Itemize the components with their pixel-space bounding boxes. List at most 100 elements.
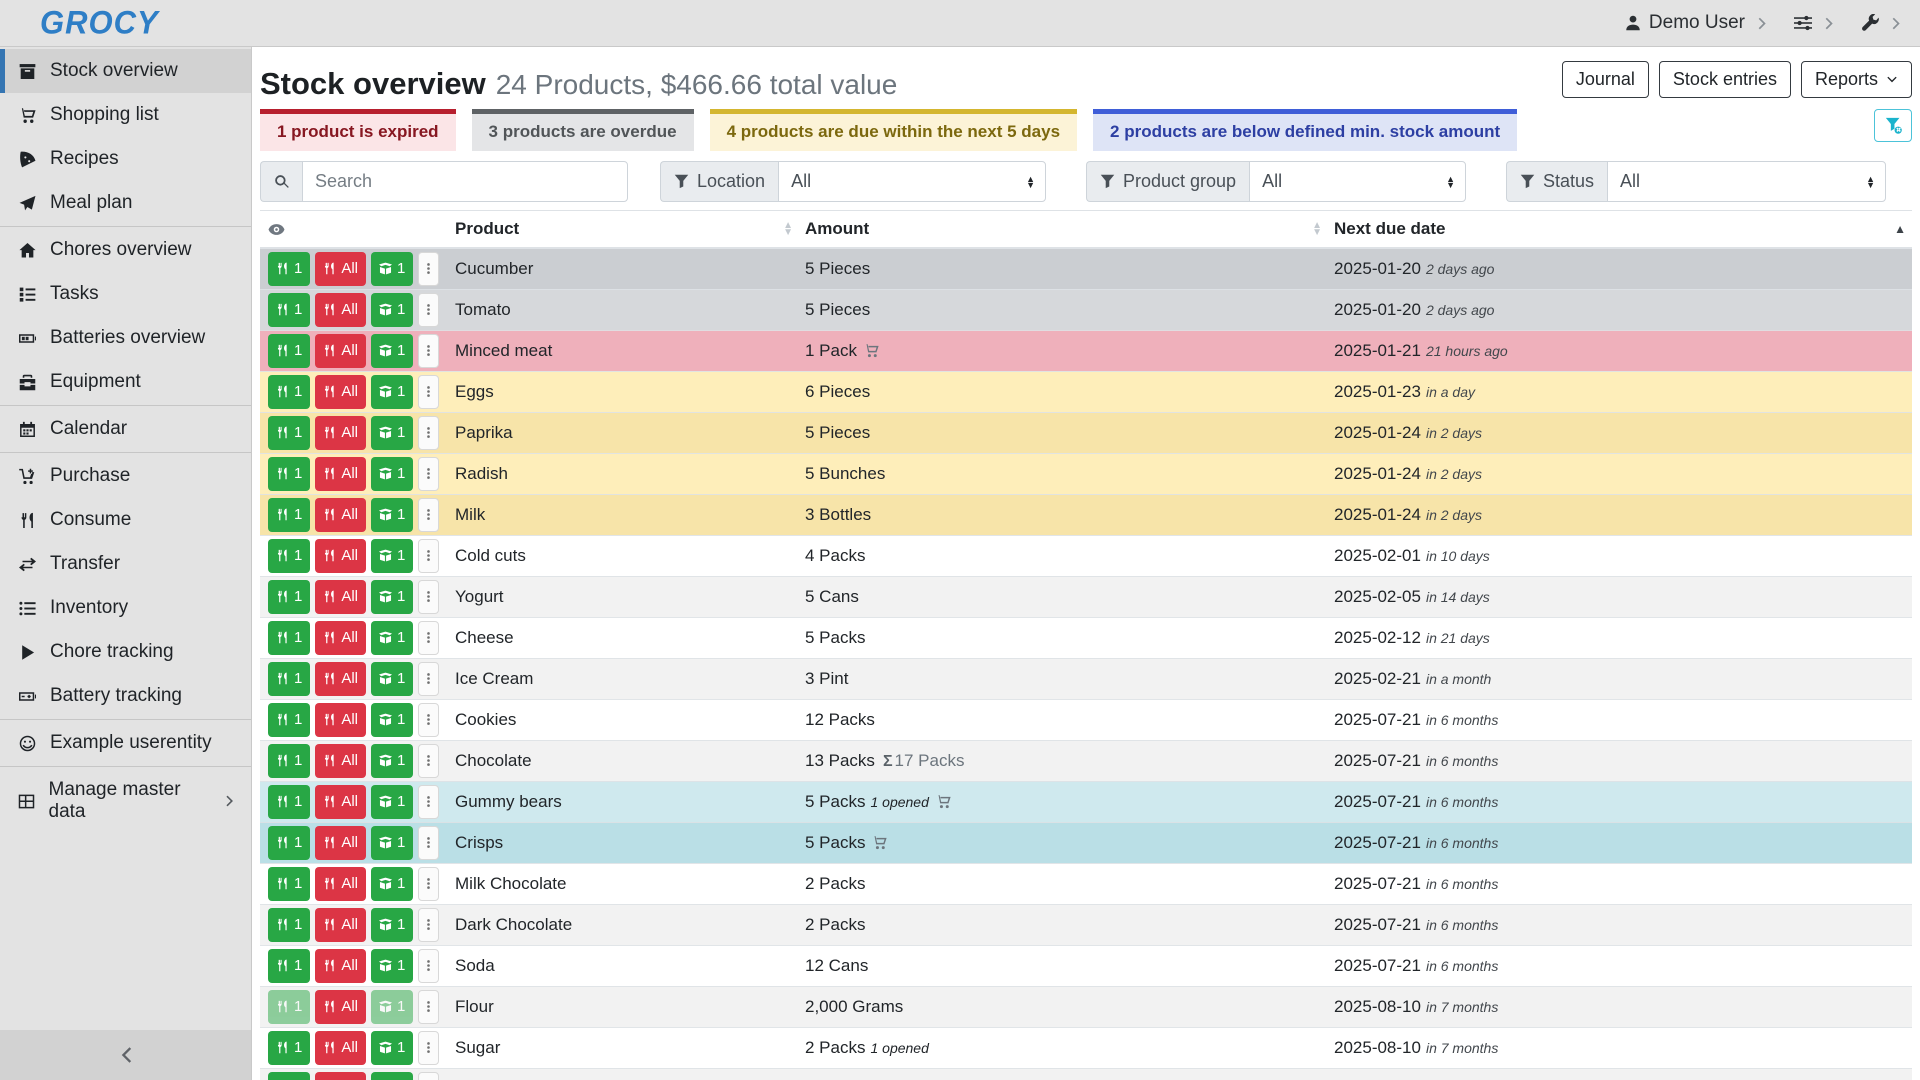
row-menu-button[interactable] [418,252,439,286]
table-row[interactable]: 1All1Cheese5 Packs2025-02-12in 21 days [260,617,1912,658]
table-row[interactable]: 1All1Chocolate13 PacksΣ17 Packs2025-07-2… [260,740,1912,781]
row-menu-button[interactable] [418,1031,439,1065]
table-row[interactable]: 1All1Cold cuts4 Packs2025-02-01in 10 day… [260,535,1912,576]
consume-one-button[interactable]: 1 [268,580,310,614]
consume-one-button[interactable]: 1 [268,990,310,1024]
alert-overdue[interactable]: 3 products are overdue [472,109,694,151]
alert-expired[interactable]: 1 product is expired [260,109,456,151]
consume-one-button[interactable]: 1 [268,252,310,286]
consume-all-button[interactable]: All [315,293,366,327]
consume-all-button[interactable]: All [315,539,366,573]
consume-all-button[interactable]: All [315,621,366,655]
consume-one-button[interactable]: 1 [268,826,310,860]
alert-due[interactable]: 4 products are due within the next 5 day… [710,109,1077,151]
consume-one-button[interactable]: 1 [268,662,310,696]
table-row[interactable]: 1All1Eggs6 Pieces2025-01-23in a day [260,371,1912,412]
sidebar-item-inventory[interactable]: Inventory [0,586,251,630]
user-menu[interactable]: Demo User [1624,12,1745,34]
consume-all-button[interactable]: All [315,334,366,368]
sidebar-item-purchase[interactable]: Purchase [0,454,251,498]
open-one-button[interactable]: 1 [371,580,413,614]
table-row[interactable]: 1All1Cookies12 Packs2025-07-21in 6 month… [260,699,1912,740]
open-one-button[interactable]: 1 [371,662,413,696]
sidebar-item-example-userentity[interactable]: Example userentity [0,721,251,765]
sidebar-item-recipes[interactable]: Recipes [0,137,251,181]
open-one-button[interactable]: 1 [371,703,413,737]
consume-one-button[interactable]: 1 [268,375,310,409]
open-one-button[interactable]: 1 [371,744,413,778]
row-menu-button[interactable] [418,457,439,491]
open-one-button[interactable]: 1 [371,1072,413,1080]
sidebar-item-meal-plan[interactable]: Meal plan [0,181,251,225]
open-one-button[interactable]: 1 [371,334,413,368]
product-group-select[interactable]: All ▲▼ [1249,161,1466,202]
open-one-button[interactable]: 1 [371,949,413,983]
consume-one-button[interactable]: 1 [268,293,310,327]
row-menu-button[interactable] [418,621,439,655]
consume-one-button[interactable]: 1 [268,416,310,450]
consume-all-button[interactable]: All [315,580,366,614]
consume-all-button[interactable]: All [315,1072,366,1080]
row-menu-button[interactable] [418,662,439,696]
location-select[interactable]: All ▲▼ [778,161,1046,202]
consume-one-button[interactable]: 1 [268,703,310,737]
reports-dropdown-button[interactable]: Reports [1801,61,1912,98]
sidebar-item-stock-overview[interactable]: Stock overview [0,49,251,93]
sidebar-item-chore-tracking[interactable]: Chore tracking [0,630,251,674]
consume-one-button[interactable]: 1 [268,621,310,655]
row-menu-button[interactable] [418,990,439,1024]
row-menu-button[interactable] [418,1072,439,1080]
sidebar-item-shopping-list[interactable]: Shopping list [0,93,251,137]
table-row[interactable]: 1All1Gummy bears5 Packs1 opened2025-07-2… [260,781,1912,822]
sidebar-item-batteries-overview[interactable]: Batteries overview [0,316,251,360]
row-menu-button[interactable] [418,744,439,778]
table-row[interactable]: 1All1Minced meat1 Pack2025-01-2121 hours… [260,330,1912,371]
consume-one-button[interactable]: 1 [268,908,310,942]
table-row[interactable]: 1All1Ice Cream3 Pint2025-02-21in a month [260,658,1912,699]
consume-one-button[interactable]: 1 [268,334,310,368]
sidebar-item-chores-overview[interactable]: Chores overview [0,228,251,272]
row-menu-button[interactable] [418,703,439,737]
admin-menu[interactable] [1861,14,1879,32]
consume-all-button[interactable]: All [315,416,366,450]
sidebar-item-tasks[interactable]: Tasks [0,272,251,316]
open-one-button[interactable]: 1 [371,908,413,942]
consume-one-button[interactable]: 1 [268,1072,310,1080]
consume-one-button[interactable]: 1 [268,1031,310,1065]
consume-all-button[interactable]: All [315,375,366,409]
consume-one-button[interactable]: 1 [268,539,310,573]
table-row[interactable]: 1All1Crisps5 Packs2025-07-21in 6 months [260,822,1912,863]
table-row[interactable]: 1All1Tomato5 Pieces2025-01-202 days ago [260,289,1912,330]
open-one-button[interactable]: 1 [371,990,413,1024]
consume-all-button[interactable]: All [315,908,366,942]
clear-filters-button[interactable] [1874,109,1912,142]
table-row[interactable]: 1All1Sugar2 Packs1 opened2025-08-10in 7 … [260,1027,1912,1068]
row-menu-button[interactable] [418,334,439,368]
open-one-button[interactable]: 1 [371,498,413,532]
column-visibility-header[interactable] [260,211,447,249]
row-menu-button[interactable] [418,416,439,450]
open-one-button[interactable]: 1 [371,375,413,409]
table-row[interactable]: 1All1Paprika5 Pieces2025-01-24in 2 days [260,412,1912,453]
column-header-product[interactable]: Product ▲▼ [447,211,797,249]
sidebar-item-calendar[interactable]: Calendar [0,407,251,451]
sidebar-item-transfer[interactable]: Transfer [0,542,251,586]
open-one-button[interactable]: 1 [371,785,413,819]
table-row[interactable]: 1All1Flour2,000 Grams2025-08-10in 7 mont… [260,986,1912,1027]
row-menu-button[interactable] [418,375,439,409]
open-one-button[interactable]: 1 [371,293,413,327]
consume-one-button[interactable]: 1 [268,744,310,778]
row-menu-button[interactable] [418,867,439,901]
open-one-button[interactable]: 1 [371,1031,413,1065]
table-row[interactable]: 1All1Yogurt5 Cans2025-02-05in 14 days [260,576,1912,617]
column-header-amount[interactable]: Amount ▲▼ [797,211,1326,249]
table-row[interactable]: 1All1Radish5 Bunches2025-01-24in 2 days [260,453,1912,494]
row-menu-button[interactable] [418,785,439,819]
open-one-button[interactable]: 1 [371,826,413,860]
row-menu-button[interactable] [418,539,439,573]
consume-all-button[interactable]: All [315,662,366,696]
consume-all-button[interactable]: All [315,785,366,819]
table-row[interactable]: 1All1Dark Chocolate2 Packs2025-07-21in 6… [260,904,1912,945]
consume-all-button[interactable]: All [315,457,366,491]
row-menu-button[interactable] [418,293,439,327]
